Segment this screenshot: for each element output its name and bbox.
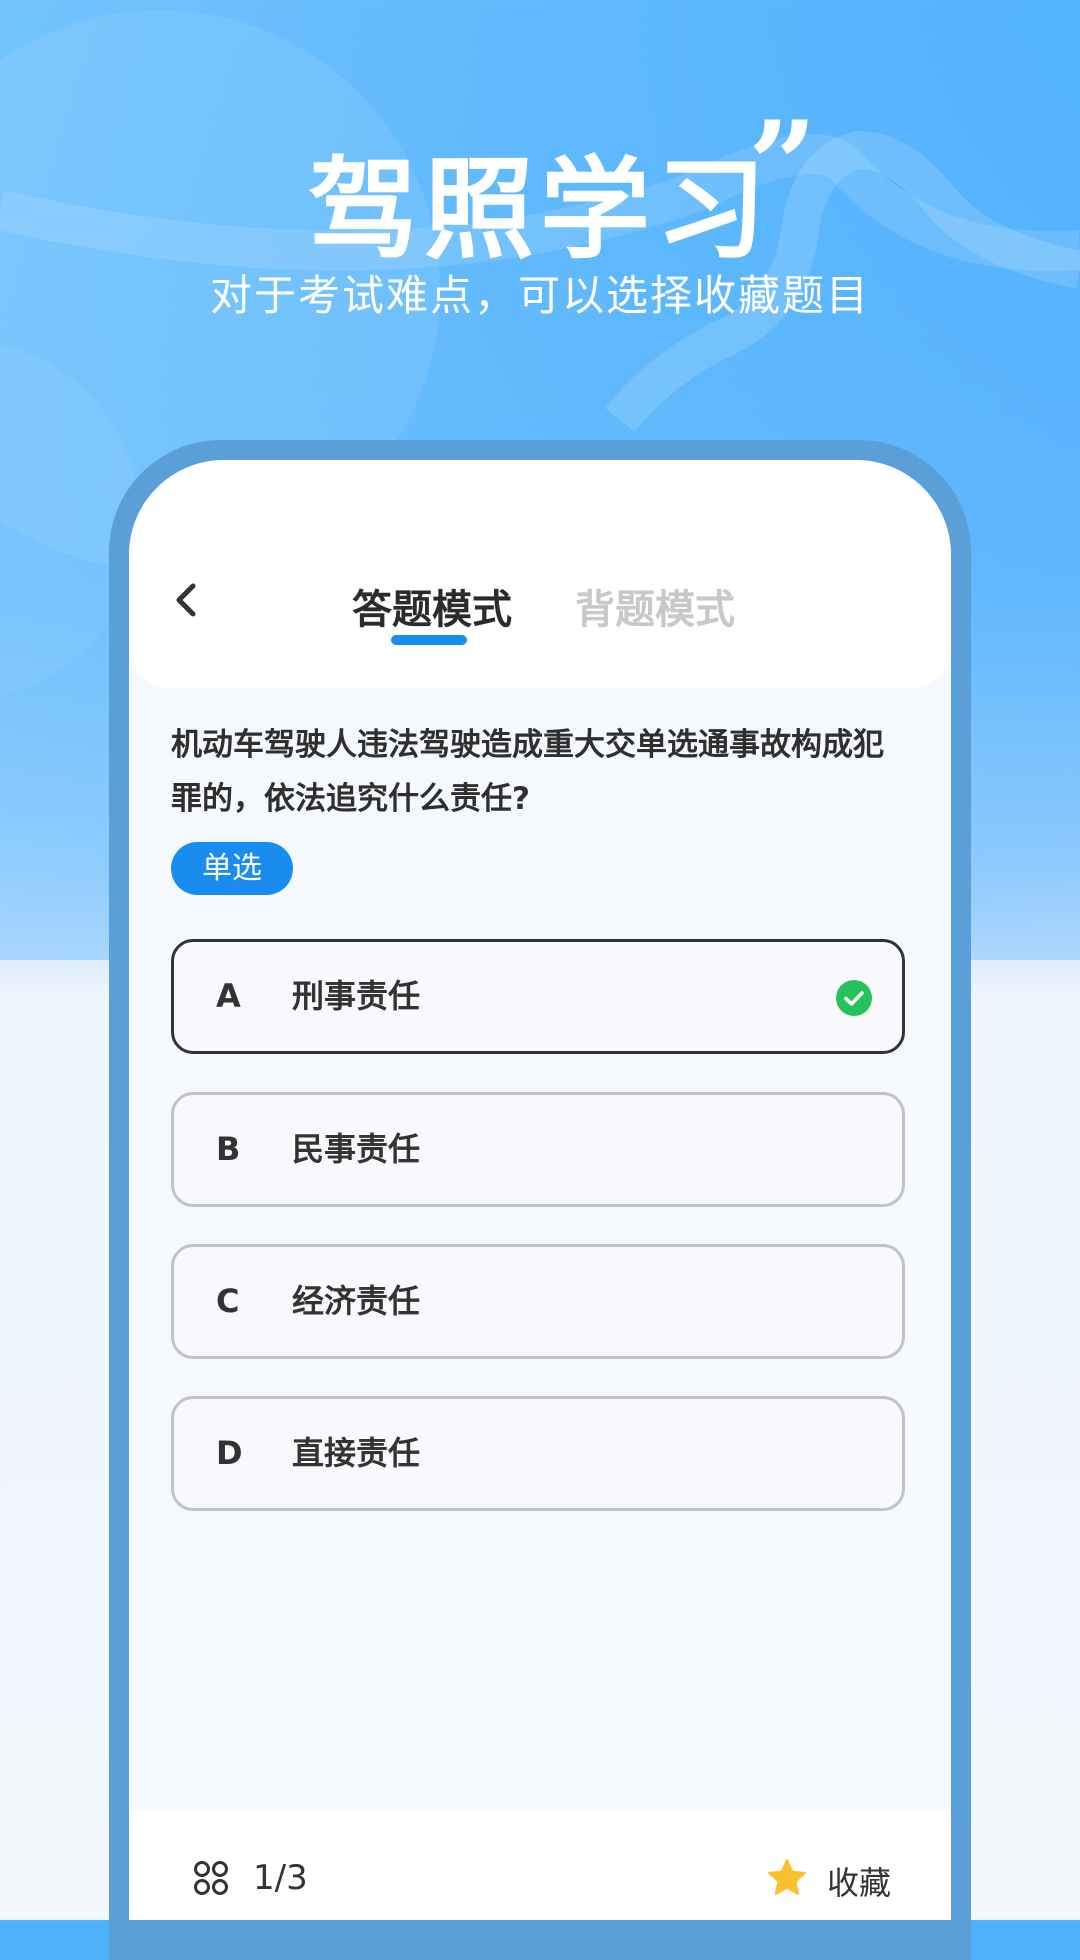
back-chevron-icon[interactable]	[167, 580, 207, 620]
quote-mark: ”	[748, 95, 818, 236]
nav-bar: 答题模式 背题模式	[129, 460, 951, 688]
option-text: 直接责任	[292, 1434, 421, 1472]
option-letter: B	[216, 1130, 241, 1168]
question-progress[interactable]: 1/3	[253, 1858, 308, 1898]
option-c[interactable]: C 经济责任	[171, 1244, 905, 1359]
hero-subtitle: 对于考试难点，可以选择收藏题目	[209, 271, 870, 320]
option-b[interactable]: B 民事责任	[171, 1092, 905, 1207]
favorite-button-label[interactable]: 收藏	[827, 1858, 891, 1904]
option-letter: D	[216, 1434, 243, 1472]
tab-answer-mode[interactable]: 答题模式	[351, 577, 513, 635]
option-a[interactable]: A 刑事责任	[171, 939, 905, 1054]
option-text: 民事责任	[292, 1130, 421, 1168]
grid-icon[interactable]	[193, 1860, 229, 1896]
bottom-bar: 1/3 收藏	[129, 1810, 951, 1920]
active-tab-indicator	[391, 635, 467, 645]
option-d[interactable]: D 直接责任	[171, 1396, 905, 1511]
question-type-badge: 单选	[171, 842, 293, 895]
option-text: 刑事责任	[292, 977, 421, 1015]
tab-memorize-mode[interactable]: 背题模式	[574, 577, 736, 635]
check-circle-icon	[836, 980, 872, 1016]
hero-title: 驾照学习	[308, 146, 772, 274]
option-letter: C	[216, 1282, 240, 1320]
star-icon[interactable]	[767, 1858, 807, 1898]
phone-screen: 答题模式 背题模式 机动车驾驶人违法驾驶造成重大交单选通事故构成犯罪的，依法追究…	[129, 460, 951, 1920]
option-letter: A	[216, 977, 241, 1015]
option-text: 经济责任	[292, 1282, 421, 1320]
question-text: 机动车驾驶人违法驾驶造成重大交单选通事故构成犯罪的，依法追究什么责任?	[171, 727, 884, 817]
